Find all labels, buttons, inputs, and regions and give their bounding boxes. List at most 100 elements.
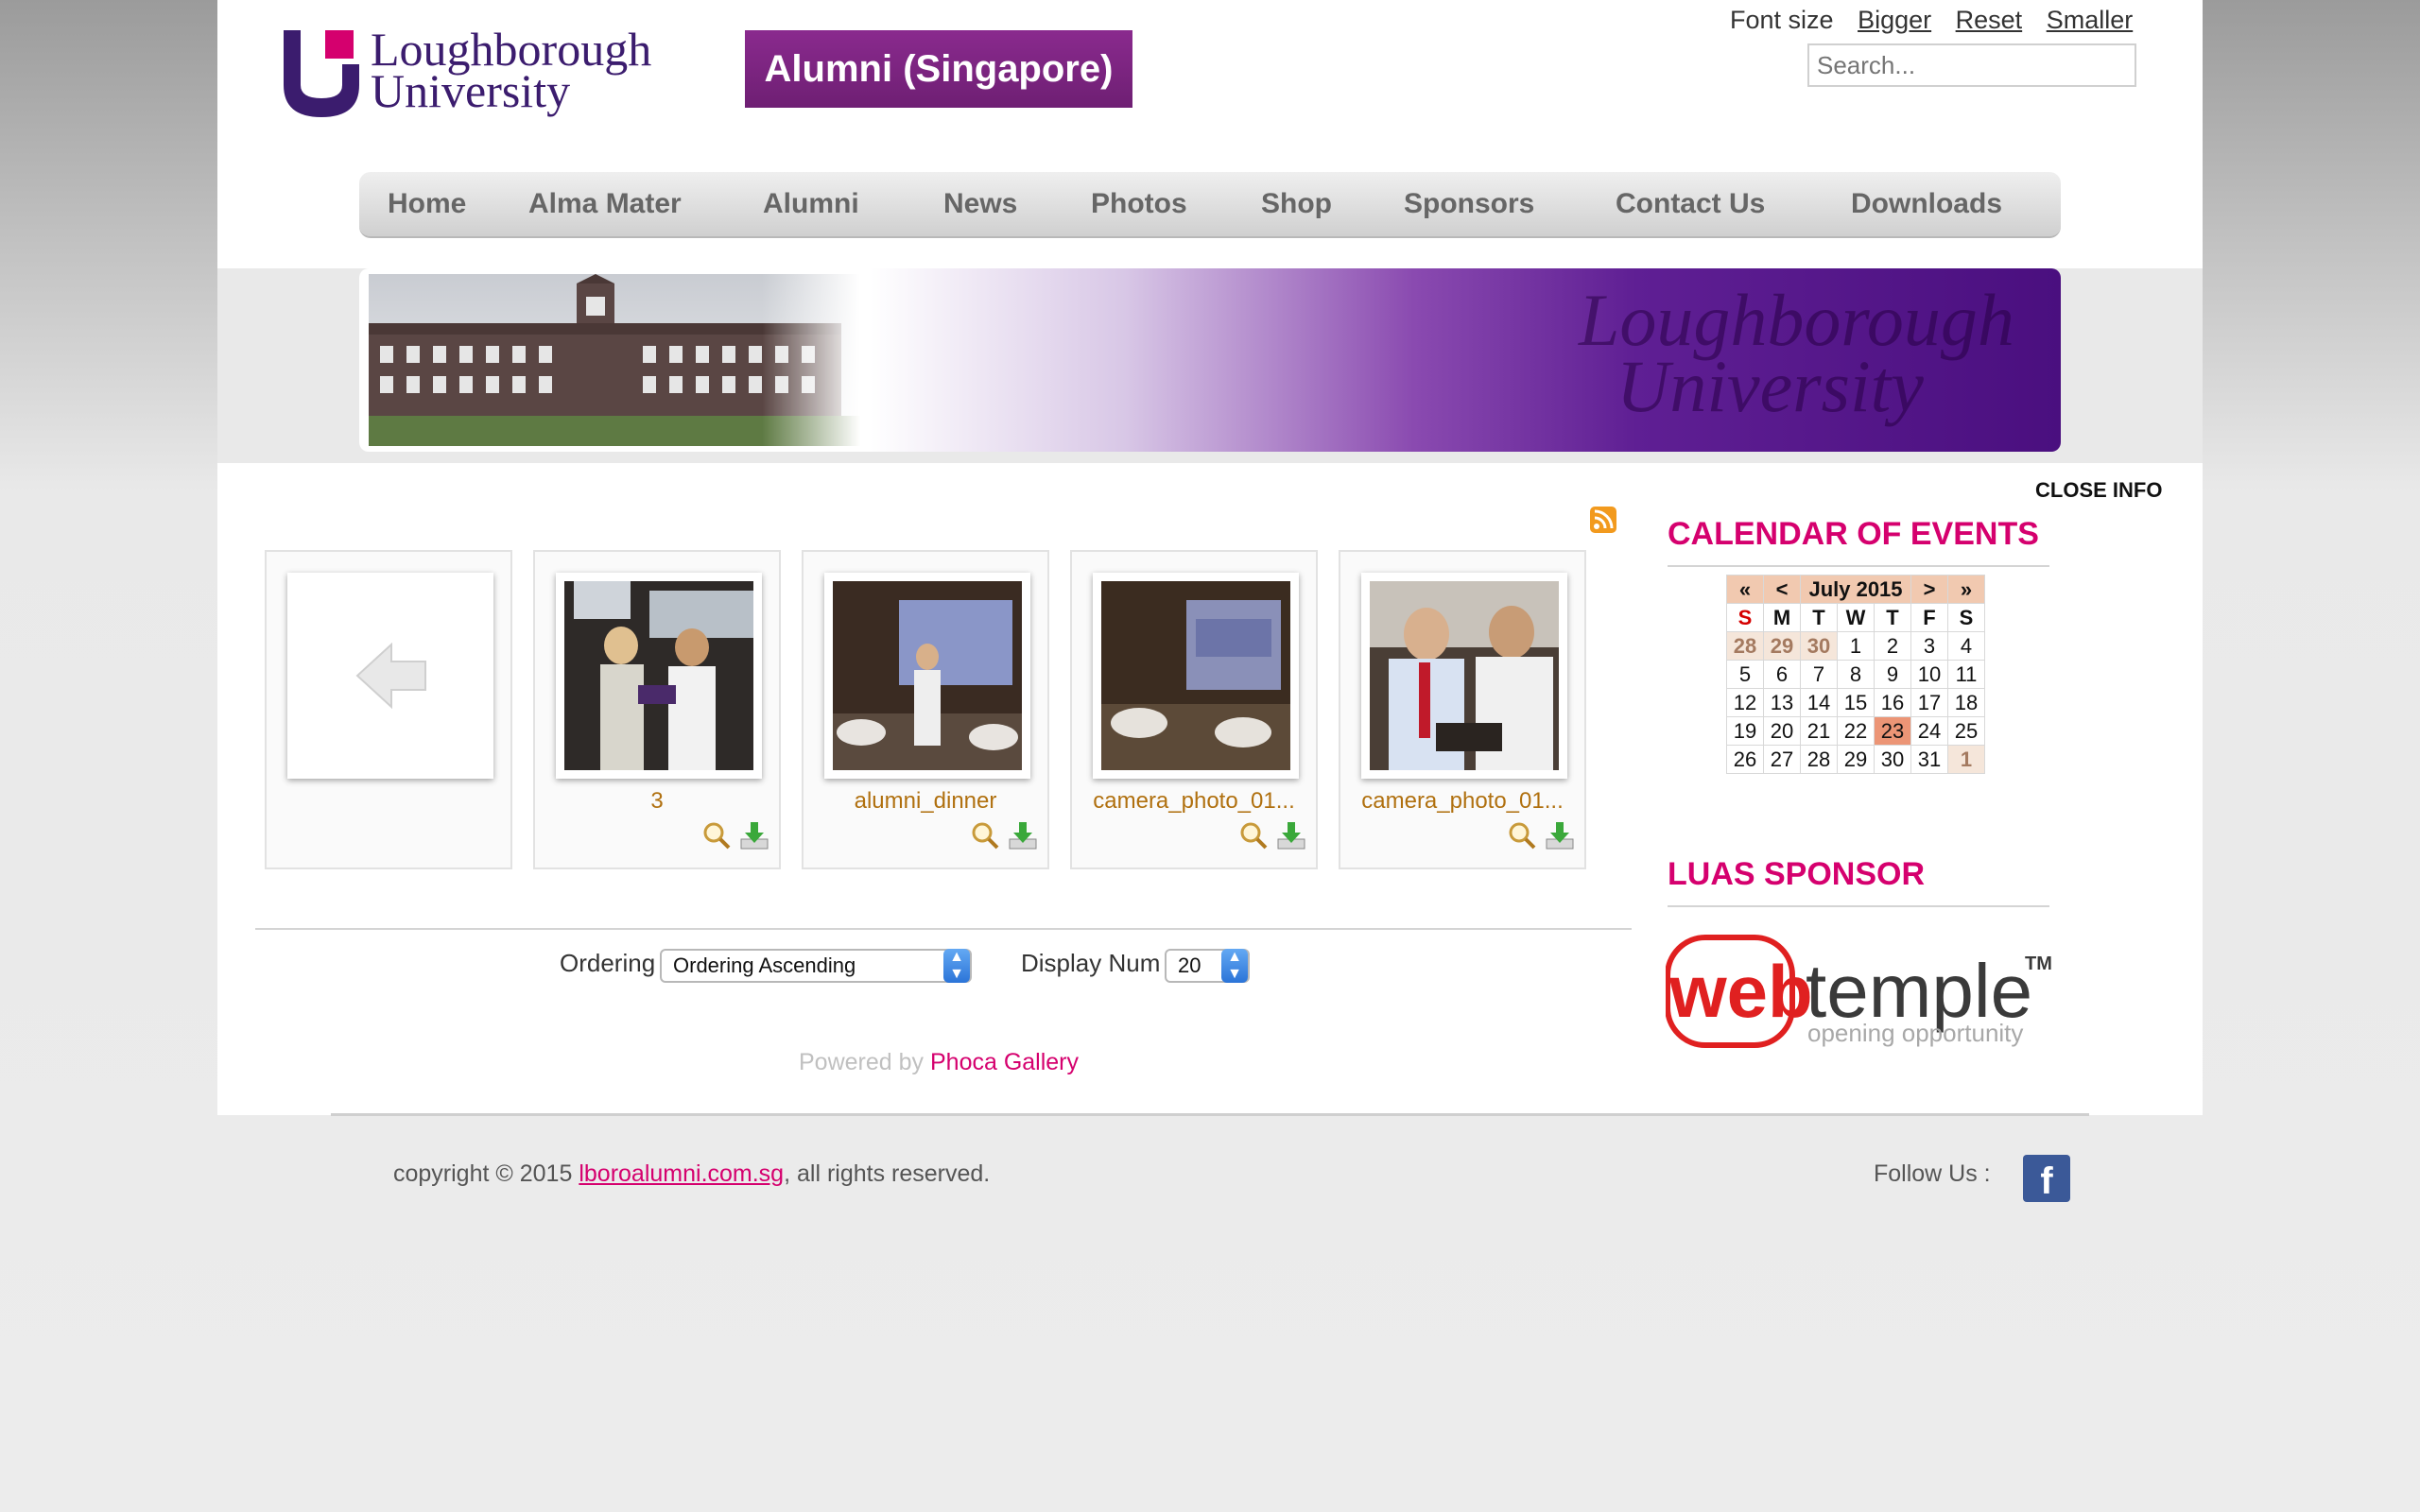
magnify-icon[interactable]: [970, 820, 1000, 850]
calendar-day[interactable]: 3: [1910, 631, 1948, 661]
calendar-day[interactable]: 29: [1763, 631, 1801, 661]
calendar-day[interactable]: 25: [1947, 716, 1985, 746]
photo-title[interactable]: camera_photo_01...: [1072, 788, 1316, 815]
rss-feed-icon[interactable]: [1590, 507, 1616, 533]
font-smaller-link[interactable]: Smaller: [2047, 6, 2134, 34]
day-name: T: [1874, 603, 1911, 632]
facebook-icon[interactable]: f: [2023, 1155, 2070, 1202]
photo-thumbnail[interactable]: [1361, 573, 1567, 779]
download-icon[interactable]: [1008, 820, 1038, 850]
university-shield-icon: [284, 30, 359, 117]
calendar-day[interactable]: 13: [1763, 688, 1801, 717]
calendar-day[interactable]: 17: [1910, 688, 1948, 717]
nav-photos[interactable]: Photos: [1091, 172, 1187, 236]
sponsor-title-rule: [1668, 905, 2049, 907]
photo-title[interactable]: camera_photo_01...: [1340, 788, 1584, 815]
calendar-day[interactable]: 16: [1874, 688, 1911, 717]
calendar-day[interactable]: 15: [1837, 688, 1875, 717]
page-container: Loughborough University Alumni (Singapor…: [217, 0, 2203, 1115]
calendar-day[interactable]: 18: [1947, 688, 1985, 717]
gallery-back-cell[interactable]: [265, 550, 512, 869]
nav-alma-mater[interactable]: Alma Mater: [528, 172, 682, 236]
calendar-day[interactable]: 11: [1947, 660, 1985, 689]
hero-banner: Loughborough University: [359, 268, 2061, 452]
download-icon[interactable]: [1276, 820, 1306, 850]
calendar-week: 5 6 7 8 9 10 11: [1726, 660, 1985, 689]
calendar-day[interactable]: 2: [1874, 631, 1911, 661]
gallery-item: alumni_dinner: [802, 550, 1049, 869]
calendar-title: CALENDAR OF EVENTS: [1668, 516, 2039, 552]
phoca-gallery-link[interactable]: Phoca Gallery: [930, 1049, 1079, 1075]
font-reset-link[interactable]: Reset: [1956, 6, 2023, 34]
magnify-icon[interactable]: [1507, 820, 1537, 850]
nav-home[interactable]: Home: [388, 172, 466, 236]
photo-image: [564, 581, 753, 770]
next-month-button[interactable]: >: [1910, 575, 1948, 604]
download-icon[interactable]: [739, 820, 769, 850]
download-icon[interactable]: [1545, 820, 1575, 850]
display-num-select[interactable]: 20 ▲ ▼: [1165, 949, 1250, 983]
calendar-week: 26 27 28 29 30 31 1: [1726, 745, 1985, 774]
hero-section: Loughborough University: [217, 268, 2203, 463]
magnify-icon[interactable]: [1238, 820, 1269, 850]
calendar-day[interactable]: 19: [1726, 716, 1764, 746]
calendar-day[interactable]: 21: [1800, 716, 1838, 746]
calendar-day[interactable]: 7: [1800, 660, 1838, 689]
webtemple-sponsor-logo[interactable]: web temple TM opening opportunity: [1666, 932, 2053, 1055]
magnify-icon[interactable]: [701, 820, 732, 850]
hero-watermark-line-1: Loughborough: [1579, 279, 2014, 361]
calendar-day[interactable]: 5: [1726, 660, 1764, 689]
prev-year-button[interactable]: «: [1726, 575, 1764, 604]
font-bigger-link[interactable]: Bigger: [1858, 6, 1931, 34]
calendar-week: 12 13 14 15 16 17 18: [1726, 688, 1985, 717]
calendar-day[interactable]: 30: [1800, 631, 1838, 661]
site-logo[interactable]: Loughborough University Alumni (Singapor…: [284, 26, 1134, 119]
calendar-day[interactable]: 12: [1726, 688, 1764, 717]
calendar-day-today[interactable]: 23: [1874, 716, 1911, 746]
calendar-day[interactable]: 14: [1800, 688, 1838, 717]
site-home-link[interactable]: lboroalumni.com.sg: [579, 1160, 784, 1187]
calendar-day[interactable]: 29: [1837, 745, 1875, 774]
calendar-day[interactable]: 31: [1910, 745, 1948, 774]
calendar-day[interactable]: 22: [1837, 716, 1875, 746]
search-input[interactable]: [1807, 43, 2136, 87]
calendar-day[interactable]: 9: [1874, 660, 1911, 689]
next-year-button[interactable]: »: [1947, 575, 1985, 604]
calendar-day[interactable]: 20: [1763, 716, 1801, 746]
ordering-select[interactable]: Ordering Ascending ▲ ▼: [660, 949, 972, 983]
photo-thumbnail[interactable]: [1093, 573, 1299, 779]
photo-title[interactable]: alumni_dinner: [804, 788, 1047, 815]
nav-contact-us[interactable]: Contact Us: [1616, 172, 1765, 236]
calendar-day[interactable]: 30: [1874, 745, 1911, 774]
day-name: M: [1763, 603, 1801, 632]
calendar-day[interactable]: 24: [1910, 716, 1948, 746]
photo-title[interactable]: 3: [535, 788, 779, 815]
calendar-day[interactable]: 4: [1947, 631, 1985, 661]
day-name: F: [1910, 603, 1948, 632]
powered-by-label: Powered by: [799, 1049, 925, 1075]
photo-thumbnail[interactable]: [556, 573, 762, 779]
footer-rule: [331, 1113, 2089, 1116]
calendar-day[interactable]: 27: [1763, 745, 1801, 774]
calendar-day[interactable]: 1: [1947, 745, 1985, 774]
back-thumbnail-frame[interactable]: [287, 573, 493, 779]
sponsor-tagline: opening opportunity: [1807, 1019, 2023, 1047]
calendar-day[interactable]: 6: [1763, 660, 1801, 689]
main-nav: Home Alma Mater Alumni News Photos Shop …: [359, 172, 2061, 238]
photo-thumbnail[interactable]: [824, 573, 1030, 779]
nav-alumni[interactable]: Alumni: [763, 172, 859, 236]
calendar-day[interactable]: 26: [1726, 745, 1764, 774]
nav-shop[interactable]: Shop: [1261, 172, 1332, 236]
close-info-button[interactable]: CLOSE INFO: [2035, 478, 2162, 503]
calendar-day[interactable]: 28: [1726, 631, 1764, 661]
calendar-day[interactable]: 10: [1910, 660, 1948, 689]
calendar-day[interactable]: 8: [1837, 660, 1875, 689]
calendar-day[interactable]: 1: [1837, 631, 1875, 661]
nav-downloads[interactable]: Downloads: [1851, 172, 2002, 236]
calendar-title-rule: [1668, 565, 2049, 567]
nav-news[interactable]: News: [943, 172, 1017, 236]
prev-month-button[interactable]: <: [1763, 575, 1801, 604]
calendar-day[interactable]: 28: [1800, 745, 1838, 774]
photo-image: [1101, 581, 1290, 770]
nav-sponsors[interactable]: Sponsors: [1404, 172, 1534, 236]
